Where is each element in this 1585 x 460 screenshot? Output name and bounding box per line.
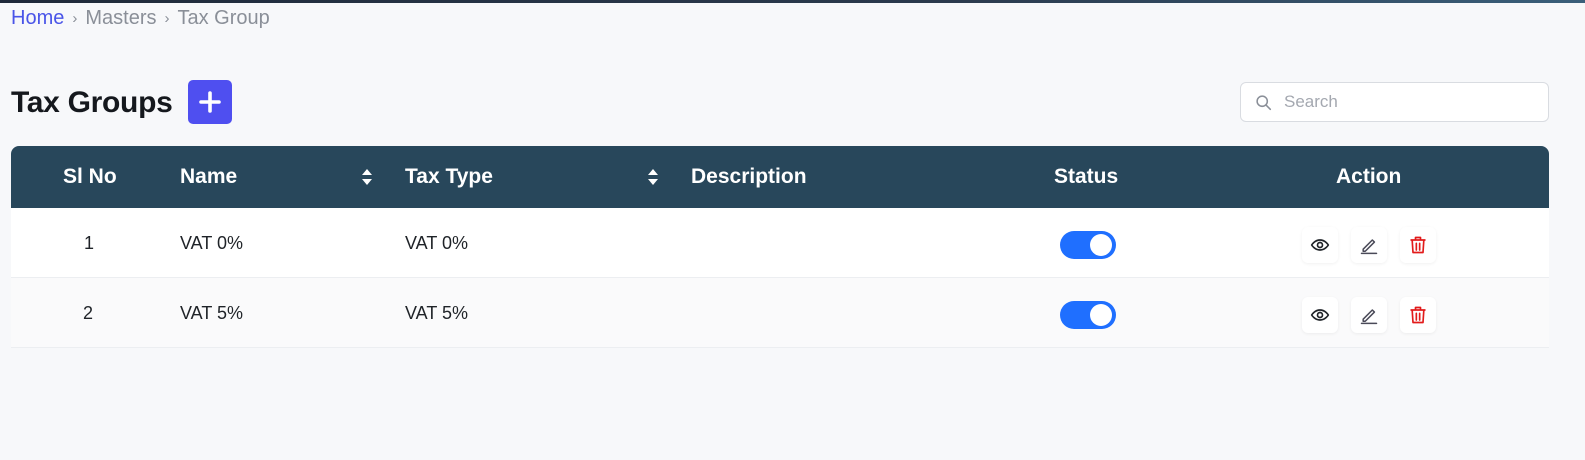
column-header-name[interactable]: Name bbox=[180, 146, 237, 208]
breadcrumb-separator: › bbox=[164, 9, 170, 27]
edit-button[interactable] bbox=[1351, 227, 1387, 263]
cell-name: VAT 0% bbox=[180, 232, 244, 253]
delete-button[interactable] bbox=[1400, 227, 1436, 263]
search-input[interactable] bbox=[1284, 92, 1534, 112]
sort-icon[interactable] bbox=[647, 167, 659, 187]
plus-icon bbox=[199, 91, 221, 113]
eye-icon bbox=[1310, 309, 1330, 321]
column-header-description: Description bbox=[691, 165, 807, 188]
breadcrumb-current: Tax Group bbox=[177, 6, 270, 29]
status-toggle[interactable] bbox=[1060, 231, 1116, 259]
table-header: Sl No Name Tax Type Description Status A… bbox=[11, 146, 1549, 208]
delete-button[interactable] bbox=[1400, 297, 1436, 333]
search-icon bbox=[1256, 94, 1272, 110]
table-row: 2 VAT 5% VAT 5% bbox=[11, 278, 1549, 348]
page-title: Tax Groups bbox=[11, 86, 173, 119]
toggle-knob bbox=[1090, 304, 1112, 326]
column-header-sl-no: Sl No bbox=[63, 165, 117, 188]
top-accent-bar bbox=[0, 0, 1585, 3]
eye-icon bbox=[1310, 239, 1330, 251]
breadcrumb-separator: › bbox=[72, 9, 78, 27]
cell-name: VAT 5% bbox=[180, 302, 244, 323]
breadcrumb-masters: Masters bbox=[85, 6, 157, 29]
edit-button[interactable] bbox=[1351, 297, 1387, 333]
edit-icon bbox=[1360, 239, 1378, 255]
tax-groups-table: Sl No Name Tax Type Description Status A… bbox=[11, 146, 1549, 348]
search-box bbox=[1240, 82, 1549, 122]
trash-icon bbox=[1410, 306, 1426, 324]
column-header-action: Action bbox=[1336, 165, 1402, 188]
table-row: 1 VAT 0% VAT 0% bbox=[11, 208, 1549, 278]
cell-tax-type: VAT 5% bbox=[405, 302, 469, 323]
cell-sl-no: 2 bbox=[83, 302, 94, 323]
breadcrumb-home-link[interactable]: Home bbox=[11, 7, 64, 30]
sort-icon[interactable] bbox=[361, 167, 373, 187]
column-header-status: Status bbox=[1054, 165, 1119, 188]
trash-icon bbox=[1410, 236, 1426, 254]
toggle-knob bbox=[1090, 234, 1112, 256]
add-tax-group-button[interactable] bbox=[188, 80, 232, 124]
breadcrumb: Home › Masters › Tax Group bbox=[11, 7, 270, 29]
status-toggle[interactable] bbox=[1060, 301, 1116, 329]
cell-sl-no: 1 bbox=[84, 232, 95, 253]
view-button[interactable] bbox=[1302, 297, 1338, 333]
cell-tax-type: VAT 0% bbox=[405, 232, 469, 253]
column-header-tax-type[interactable]: Tax Type bbox=[405, 146, 493, 208]
view-button[interactable] bbox=[1302, 227, 1338, 263]
edit-icon bbox=[1360, 309, 1378, 325]
